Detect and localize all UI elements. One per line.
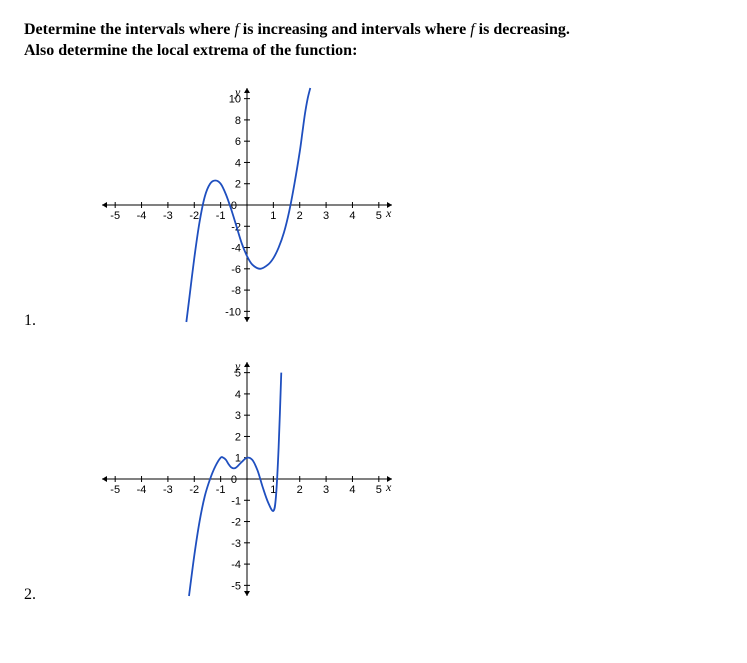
item-1: 1. xy-5-4-3-2-112345-10-8-6-4-20246810 <box>24 72 723 342</box>
arrow-up-icon <box>244 88 250 93</box>
x-tick-label: 4 <box>349 210 355 222</box>
y-tick-label: -8 <box>231 285 241 297</box>
y-tick-label: 8 <box>235 115 241 127</box>
x-tick-label: -3 <box>163 210 173 222</box>
y-tick-label: -10 <box>225 306 241 318</box>
x-axis-label: x <box>385 206 392 220</box>
y-tick-label: -6 <box>231 263 241 275</box>
y-tick-label: -4 <box>231 242 241 254</box>
x-tick-label: -5 <box>110 484 120 496</box>
x-tick-label: 2 <box>297 484 303 496</box>
y-tick-label: -2 <box>231 516 241 528</box>
arrow-left-icon <box>102 202 107 208</box>
y-tick-label: 0 <box>231 474 237 486</box>
function-graph-1: xy-5-4-3-2-112345-10-8-6-4-20246810 <box>72 72 412 342</box>
x-tick-label: 3 <box>323 484 329 496</box>
arrow-up-icon <box>244 362 250 367</box>
y-tick-label: 10 <box>229 93 241 105</box>
x-tick-label: 5 <box>376 210 382 222</box>
x-tick-label: 4 <box>349 484 355 496</box>
x-tick-label: -4 <box>137 210 147 222</box>
y-tick-label: 3 <box>235 410 241 422</box>
item-number: 2. <box>24 586 72 616</box>
arrow-down-icon <box>244 317 250 322</box>
item-number: 1. <box>24 312 72 342</box>
x-tick-label: -2 <box>189 484 199 496</box>
x-tick-label: -1 <box>216 484 226 496</box>
prompt-text: Determine the intervals where <box>24 21 234 38</box>
y-tick-label: 2 <box>235 431 241 443</box>
prompt-text: is decreasing. <box>475 21 570 38</box>
prompt-text: Also determine the local extrema of the … <box>24 42 357 59</box>
y-tick-label: 2 <box>235 178 241 190</box>
y-tick-label: -3 <box>231 537 241 549</box>
x-tick-label: -3 <box>163 484 173 496</box>
y-tick-label: 4 <box>235 157 241 169</box>
x-tick-label: -4 <box>137 484 147 496</box>
prompt-text: is increasing and intervals where <box>239 21 470 38</box>
x-tick-label: 5 <box>376 484 382 496</box>
problem-prompt: Determine the intervals where f is incre… <box>24 20 723 62</box>
x-axis-label: x <box>385 480 392 494</box>
y-tick-label: 6 <box>235 136 241 148</box>
y-tick-label: -1 <box>231 495 241 507</box>
x-tick-label: 1 <box>270 210 276 222</box>
y-tick-label: 4 <box>235 389 241 401</box>
y-tick-label: -4 <box>231 559 241 571</box>
x-tick-label: -5 <box>110 210 120 222</box>
item-2: 2. xy-5-4-3-2-112345-5-4-3-2-1012345 <box>24 346 723 616</box>
x-tick-label: -2 <box>189 210 199 222</box>
arrow-left-icon <box>102 476 107 482</box>
x-tick-label: 3 <box>323 210 329 222</box>
y-tick-label: -5 <box>231 580 241 592</box>
x-tick-label: 2 <box>297 210 303 222</box>
y-tick-label: 5 <box>235 367 241 379</box>
arrow-down-icon <box>244 591 250 596</box>
x-tick-label: -1 <box>216 210 226 222</box>
function-graph-2: xy-5-4-3-2-112345-5-4-3-2-1012345 <box>72 346 412 616</box>
